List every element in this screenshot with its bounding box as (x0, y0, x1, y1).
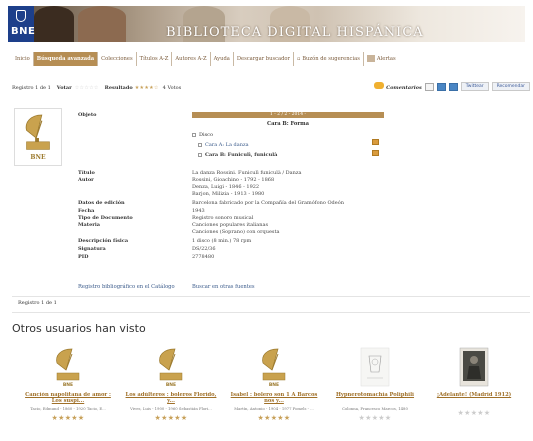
field-value-tipo: Registro sonoro musical (192, 215, 254, 221)
related-item-title[interactable]: Isabel : bolero son 1 A Barcos nos y... (228, 392, 320, 404)
skype-icon[interactable] (448, 82, 458, 91)
field-value-autor-3[interactable]: Barjon, Milizia - 1913 - 1980 (192, 191, 264, 197)
record-counter: Registro 1 de 1 (12, 85, 51, 91)
nav-colecciones[interactable]: Colecciones (98, 52, 137, 66)
related-item-title[interactable]: Los adúlteros : boleros Florido, y... (125, 392, 217, 404)
related-item-meta: Vives, Luis - 1900 - 1960 Sebastián Flor… (130, 406, 212, 411)
related-item-title[interactable]: Canción napolitana de amor : Los suspi..… (22, 392, 114, 404)
field-label-fecha: Fecha (78, 208, 95, 214)
field-label-edicion: Datos de edición (78, 200, 125, 206)
related-item[interactable]: BNE Isabel : bolero son 1 A Barcos nos y… (228, 346, 320, 422)
expand-icon (198, 152, 202, 157)
object-viewer-title: Cara B: Forma (267, 121, 309, 127)
svg-text:BNE: BNE (166, 382, 176, 388)
bne-logo[interactable]: BNE (8, 6, 35, 42)
divider (12, 312, 530, 313)
svg-text:BNE: BNE (63, 382, 73, 388)
thumb-label: BNE (30, 154, 46, 161)
field-label-tipo: Tipo de Documento (78, 215, 133, 221)
tree-item-cara-b[interactable]: Cara B: Funiculì, funiculà (198, 152, 277, 158)
field-label-materia: Materia (78, 222, 101, 228)
svg-text:BNE: BNE (269, 382, 279, 388)
field-value-materia-1[interactable]: Canciones populares italianas (192, 222, 268, 228)
vote-count: 4 Votos (162, 85, 182, 91)
related-item-meta: Martín, Antonio - 1904 - 1977 Fomels - .… (234, 406, 314, 411)
record-counter-bottom: Registro 1 de 1 (18, 300, 57, 306)
field-value-pid: 2778480 (192, 254, 215, 260)
vote-label: Votar (56, 85, 72, 91)
site-title[interactable]: BIBLIOTECA DIGITAL HISPÁNICA (166, 25, 424, 40)
catalog-record-link[interactable]: Registro bibliográfico en el Catálogo (78, 284, 175, 290)
comments-button[interactable]: Comentarios (374, 82, 422, 91)
field-label-signatura: Signatura (78, 246, 106, 252)
view-object-button[interactable] (372, 139, 379, 145)
field-value-materia-2[interactable]: Canciones (Soprano) con orquesta (192, 229, 279, 235)
related-item-title[interactable]: Hypnerotomachia Poliphili (329, 392, 421, 404)
other-sources-link[interactable]: Buscar en otras fuentes (192, 284, 255, 290)
related-item[interactable]: BNE Canción napolitana de amor : Los sus… (22, 346, 114, 422)
field-value-edicion: Barcelona fabricado por la Compañía del … (192, 200, 344, 206)
tree-item-cara-a[interactable]: Cara A: La danza (198, 142, 249, 148)
related-item-meta: Colonna, Francesco Marcos, 1480 (342, 406, 408, 411)
alert-icon (366, 55, 375, 62)
field-value-fecha: 1943 (192, 208, 205, 214)
nav-alertas[interactable]: Alertas (364, 52, 399, 66)
related-section-title: Otros usuarios han visto (12, 322, 146, 335)
field-value-signatura: DS/22/36 (192, 246, 216, 252)
main-nav: Inicio Búsqueda avanzada Colecciones Tít… (12, 52, 399, 66)
related-item-title[interactable]: ¡Adelante! (Madrid 1912) (428, 392, 520, 404)
field-label-objeto: Objeto (78, 112, 97, 118)
field-label-descripcion: Descripción física (78, 238, 129, 244)
field-value-descripcion: 1 disco (8 min.) 78 rpm (192, 238, 252, 244)
view-object-button[interactable] (372, 150, 379, 156)
related-item-rating: ★★★★★ (457, 409, 491, 417)
nav-descargar-buscador[interactable]: Descargar buscador (234, 52, 295, 66)
result-label: Resultado (104, 85, 133, 91)
engraving-thumbnail (360, 347, 390, 387)
field-label-titulo: Título (78, 170, 95, 176)
expand-icon (192, 132, 196, 137)
divider (12, 296, 530, 297)
crest-icon (16, 10, 26, 22)
object-viewer-header[interactable]: 1 - 2 / 2 - 2014 - (192, 112, 384, 118)
nav-titulos[interactable]: Títulos A-Z (137, 52, 173, 66)
nav-buzon[interactable]: ▫ Buzón de sugerencias (294, 52, 364, 66)
field-value-autor-1[interactable]: Rossini, Gioachino - 1792 - 1868 (192, 177, 274, 183)
related-item[interactable]: BNE Los adúlteros : boleros Florido, y..… (125, 346, 217, 422)
related-item-rating: ★★★★★ (257, 414, 291, 422)
expand-icon (198, 142, 202, 147)
record-thumbnail[interactable]: BNE (14, 108, 62, 166)
nav-autores[interactable]: Autores A-Z (172, 52, 211, 66)
gramophone-icon: BNE (159, 348, 183, 388)
related-item[interactable]: Hypnerotomachia Poliphili Colonna, Franc… (329, 346, 421, 422)
field-label-pid: PID (78, 254, 89, 260)
field-value-autor-2[interactable]: Denza, Luigi - 1846 - 1922 (192, 184, 259, 190)
header-banner: BNE BIBLIOTECA DIGITAL HISPÁNICA (8, 6, 525, 42)
facebook-button[interactable]: Recomendar (491, 82, 530, 91)
gramophone-icon: BNE (56, 348, 80, 388)
related-item-rating: ★★★★★ (51, 414, 85, 422)
twitter-button[interactable]: Twittear (460, 82, 489, 91)
banner-portrait (78, 6, 126, 42)
nav-busqueda-avanzada[interactable]: Búsqueda avanzada (33, 52, 99, 66)
vote-stars[interactable]: ☆☆☆☆☆ (75, 85, 99, 91)
field-value-titulo: La danza Rossini. Funiculì funiculà / Da… (192, 170, 302, 176)
tree-item-disco[interactable]: Disco (192, 132, 213, 138)
print-icon[interactable] (424, 82, 434, 91)
related-item-rating: ★★★★★ (358, 414, 392, 422)
field-label-autor: Autor (78, 177, 94, 183)
gramophone-icon: BNE (262, 348, 286, 388)
photo-thumbnail (459, 347, 489, 387)
related-item[interactable]: ¡Adelante! (Madrid 1912) ★★★★★ (428, 346, 520, 417)
related-item-meta: Tacio, Edmund - 1860 - 1920 Tacio, E... (30, 406, 106, 411)
speech-bubble-icon (374, 82, 385, 89)
nav-ayuda[interactable]: Ayuda (211, 52, 234, 66)
record-toolbar: Registro 1 de 1 Votar ☆☆☆☆☆ Resultado ★★… (12, 82, 530, 94)
result-stars: ★★★★☆ (134, 85, 159, 91)
nav-inicio[interactable]: Inicio (12, 52, 34, 66)
banner-portrait (34, 6, 74, 42)
related-item-rating: ★★★★★ (154, 414, 188, 422)
share-icon[interactable] (436, 82, 446, 91)
